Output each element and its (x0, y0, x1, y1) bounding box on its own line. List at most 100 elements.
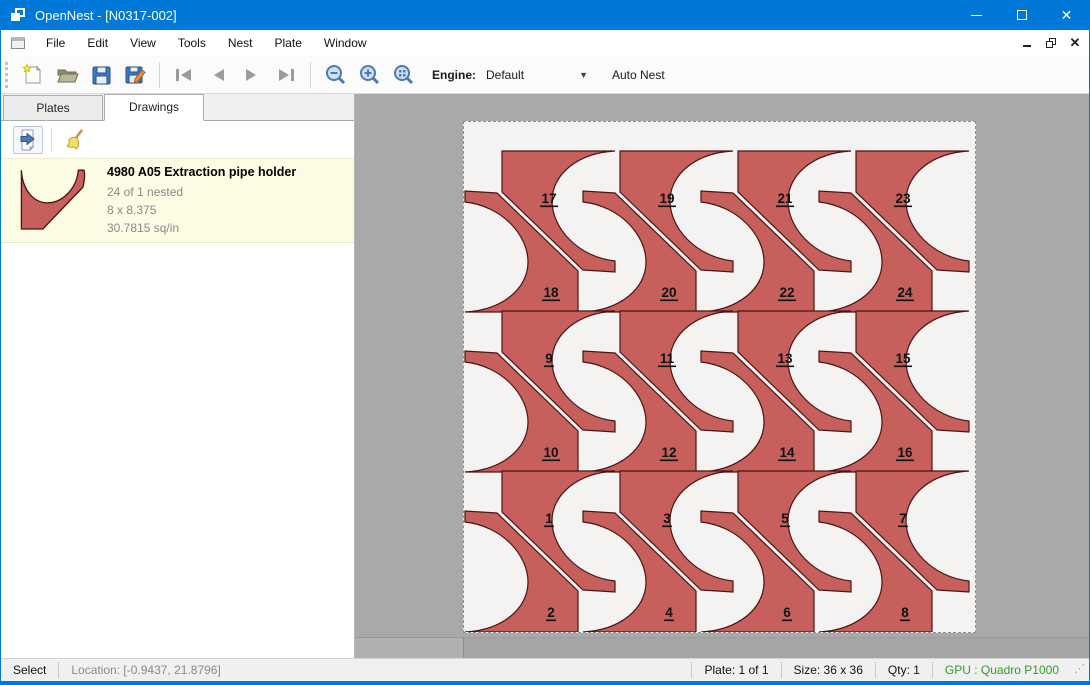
part-number-underline (778, 460, 796, 462)
part-number-label: 11 (660, 351, 675, 366)
toolbar-grip[interactable] (5, 62, 8, 88)
part-number-underline (540, 206, 558, 208)
app-window: OpenNest - [N0317-002] ✕ FileEditViewToo… (0, 0, 1090, 685)
part-number-underline (894, 366, 912, 368)
part-number-label: 5 (781, 511, 789, 526)
titlebar: OpenNest - [N0317-002] ✕ (1, 0, 1089, 30)
drawing-list-item[interactable]: 4980 A05 Extraction pipe holder 24 of 1 … (1, 158, 354, 243)
menu-item-nest[interactable]: Nest (217, 31, 264, 55)
close-button[interactable]: ✕ (1044, 0, 1089, 30)
scrollbar-thumb[interactable] (463, 638, 1090, 658)
part-number-label: 12 (661, 445, 676, 460)
drawing-thumbnail (13, 165, 97, 237)
engine-select[interactable]: Default ▼ (482, 65, 592, 85)
part-number-label: 19 (659, 191, 674, 206)
zoom-in-button[interactable] (352, 60, 386, 90)
nav-first-button[interactable] (167, 60, 201, 90)
drawing-size: 8 x 8.375 (107, 201, 296, 219)
window-title: OpenNest - [N0317-002] (35, 8, 177, 23)
app-icon (11, 8, 27, 22)
part-number-underline (660, 300, 678, 302)
part-number-underline (896, 300, 914, 302)
part-number-label: 2 (547, 605, 555, 620)
horizontal-scrollbar[interactable] (355, 637, 1090, 658)
mdi-minimize-button[interactable] (1019, 35, 1035, 51)
statusbar: Select Location: [-0.9437, 21.8796] Plat… (1, 658, 1090, 681)
part-number-underline (780, 526, 790, 528)
part-number-label: 24 (897, 285, 913, 300)
nav-last-button[interactable] (269, 60, 303, 90)
part-number-label: 1 (545, 511, 553, 526)
save-as-button[interactable] (118, 60, 152, 90)
menu-item-window[interactable]: Window (313, 31, 378, 55)
part-number-label: 9 (545, 351, 553, 366)
zoom-out-icon (323, 63, 347, 87)
part-number-underline (658, 206, 676, 208)
nav-prev-button[interactable] (201, 60, 235, 90)
part-number-underline (896, 460, 914, 462)
drawings-toolbar (1, 121, 354, 158)
new-file-button[interactable] (16, 60, 50, 90)
part-number-label: 16 (897, 445, 913, 460)
engine-label: Engine: (432, 68, 476, 82)
drawing-area: 30.7815 sq/in (107, 219, 296, 237)
part-number-label: 18 (543, 285, 559, 300)
status-gpu: GPU : Quadro P1000 (933, 663, 1071, 677)
part-number-underline (542, 460, 560, 462)
part-number-underline (894, 206, 912, 208)
menu-item-tools[interactable]: Tools (167, 31, 217, 55)
new-file-icon (21, 63, 45, 87)
import-drawing-button[interactable] (13, 126, 43, 154)
tab-drawings[interactable]: Drawings (104, 94, 204, 121)
zoom-fit-button[interactable] (386, 60, 420, 90)
part-number-label: 17 (541, 191, 556, 206)
part-number-underline (900, 620, 910, 622)
nav-last-icon (274, 63, 298, 87)
zoom-out-button[interactable] (318, 60, 352, 90)
tab-plates[interactable]: Plates (3, 95, 103, 120)
part-number-underline (898, 526, 908, 528)
resize-grip[interactable]: ⋰ (1074, 663, 1088, 677)
menu-item-view[interactable]: View (119, 31, 167, 55)
part-number-underline (660, 460, 678, 462)
nest-layout: 171819202122232491011121314151612345678 (464, 122, 975, 632)
menubar: FileEditViewToolsNestPlateWindow ✕ (1, 30, 1089, 56)
menu-item-file[interactable]: File (35, 31, 76, 55)
menu-item-edit[interactable]: Edit (76, 31, 119, 55)
nav-first-icon (172, 63, 196, 87)
auto-nest-button[interactable]: Auto Nest (606, 64, 671, 86)
mdi-document-icon[interactable] (11, 37, 25, 49)
part-number-underline (658, 366, 676, 368)
nav-prev-icon (206, 63, 230, 87)
menu-item-plate[interactable]: Plate (264, 31, 313, 55)
engine-value: Default (486, 68, 524, 82)
nav-next-button[interactable] (235, 60, 269, 90)
clean-icon (63, 128, 87, 152)
minimize-button[interactable] (954, 0, 999, 30)
part-number-underline (542, 300, 560, 302)
part-number-label: 21 (777, 191, 793, 206)
mdi-close-button[interactable]: ✕ (1067, 35, 1083, 51)
part-number-underline (544, 526, 554, 528)
content-area: Plates Drawings (1, 94, 1090, 658)
open-file-button[interactable] (50, 60, 84, 90)
left-panel: Plates Drawings (1, 94, 355, 658)
status-mode: Select (1, 663, 58, 677)
window-bottom-border (1, 681, 1090, 685)
part-number-label: 20 (661, 285, 676, 300)
save-button[interactable] (84, 60, 118, 90)
part-number-underline (778, 300, 796, 302)
part-number-label: 13 (777, 351, 793, 366)
nest-canvas[interactable]: 171819202122232491011121314151612345678 (355, 94, 1090, 658)
part-number-label: 10 (543, 445, 558, 460)
part-number-label: 8 (901, 605, 909, 620)
open-folder-icon (55, 63, 79, 87)
part-number-underline (664, 620, 674, 622)
save-as-icon (123, 63, 147, 87)
part-number-underline (776, 366, 794, 368)
maximize-button[interactable] (999, 0, 1044, 30)
part-number-label: 15 (895, 351, 911, 366)
save-icon (89, 63, 113, 87)
clean-button[interactable] (60, 126, 90, 154)
mdi-restore-button[interactable] (1043, 35, 1059, 51)
